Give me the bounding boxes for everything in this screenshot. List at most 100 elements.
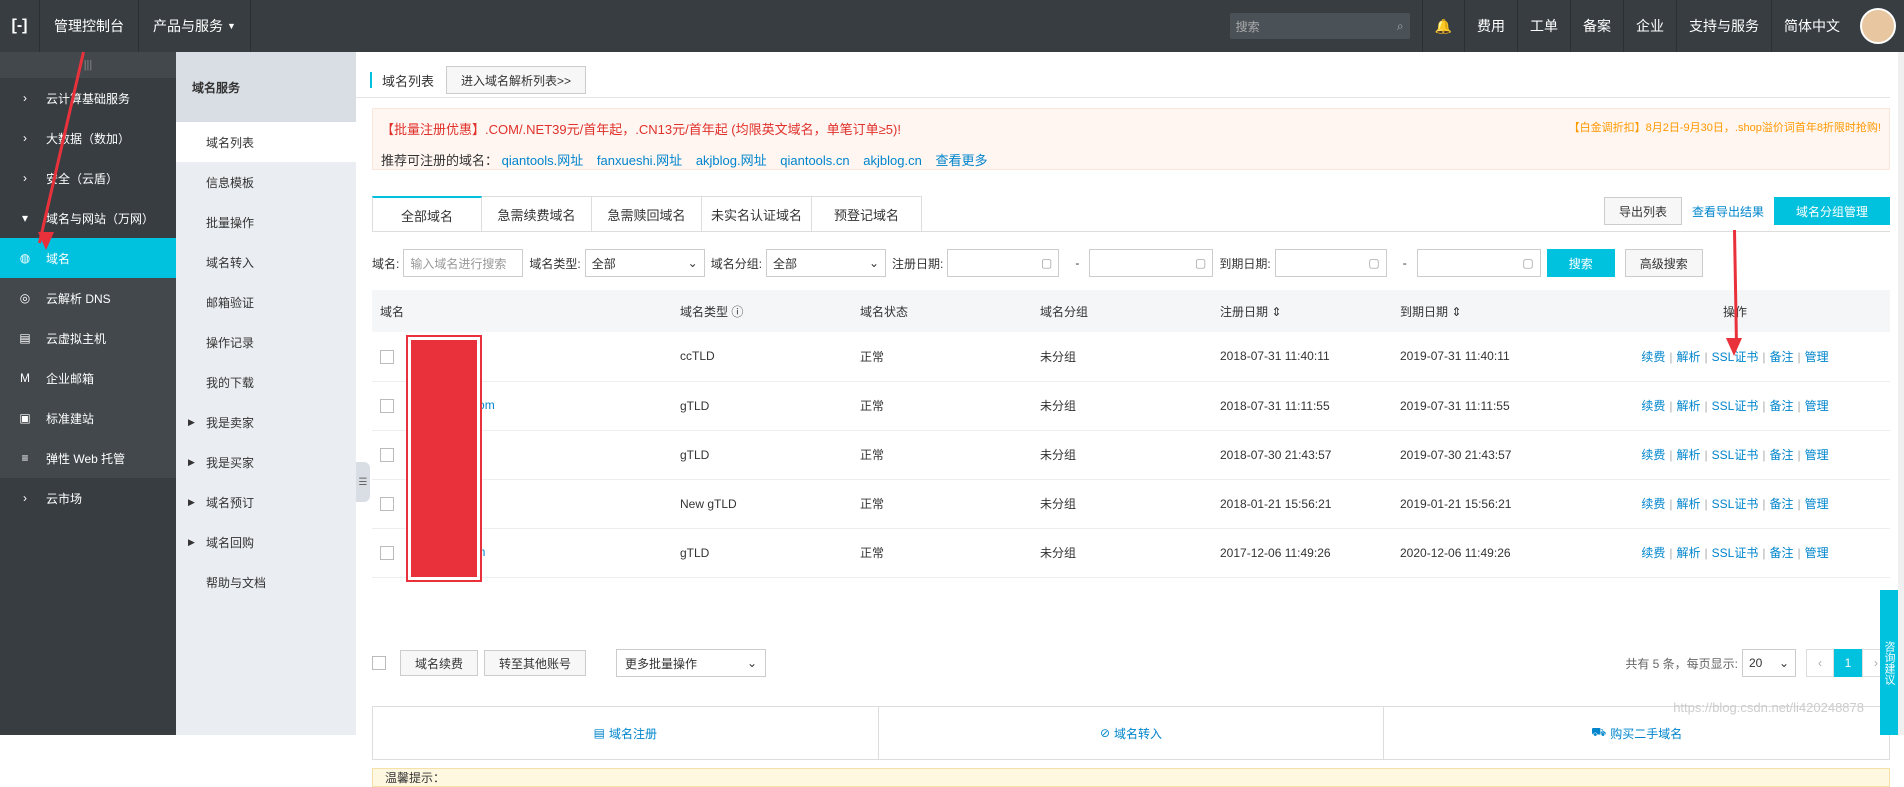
row-checkbox[interactable] <box>380 496 394 511</box>
sidebar-item-site[interactable]: ▣ 标准建站 <box>0 398 176 438</box>
nav-item-downloads[interactable]: 我的下载 <box>176 362 356 402</box>
op-link[interactable]: SSL证书 <box>1712 448 1759 462</box>
topbar-link-language[interactable]: 简体中文 <box>1771 0 1852 52</box>
op-link[interactable]: 备注 <box>1769 350 1793 364</box>
search-input[interactable]: 搜索 ⌕ <box>1229 13 1410 39</box>
op-link[interactable]: SSL证书 <box>1712 399 1759 413</box>
op-link[interactable]: 解析 <box>1677 546 1701 560</box>
op-link[interactable]: 解析 <box>1677 497 1701 511</box>
op-link[interactable]: 备注 <box>1769 497 1793 511</box>
type-select[interactable]: 全部 ⌄ <box>584 249 705 277</box>
op-link[interactable]: 管理 <box>1805 497 1829 511</box>
tab-unverified[interactable]: 未实名认证域名 <box>702 196 812 232</box>
op-link[interactable]: 备注 <box>1769 546 1793 560</box>
op-link[interactable]: 管理 <box>1805 448 1829 462</box>
row-checkbox[interactable] <box>380 349 394 364</box>
nav-item-help[interactable]: 帮助与文档 <box>176 562 356 602</box>
view-export-result-link[interactable]: 查看导出结果 <box>1692 203 1764 220</box>
advanced-search-button[interactable]: 高级搜索 <box>1624 249 1703 277</box>
group-manage-button[interactable]: 域名分组管理 <box>1773 197 1890 225</box>
batch-renew-button[interactable]: 域名续费 <box>400 650 479 676</box>
group-select[interactable]: 全部 ⌄ <box>766 249 887 277</box>
op-link[interactable]: 续费 <box>1641 497 1665 511</box>
exp-date-end-input[interactable]: ▢ <box>1416 249 1541 277</box>
nav-item-transfer-in[interactable]: 域名转入 <box>176 242 356 282</box>
sort-icon[interactable]: ⇕ <box>1451 305 1461 319</box>
sidebar-item-hosting[interactable]: ≡ 弹性 Web 托管 <box>0 438 176 478</box>
nav-item-email-verify[interactable]: 邮箱验证 <box>176 282 356 322</box>
nav-item-buyback[interactable]: ▶ 域名回购 <box>176 522 356 562</box>
calendar-icon[interactable]: ▢ <box>1522 256 1533 270</box>
sidebar-item-bigdata[interactable]: › 大数据（数加） <box>0 118 176 158</box>
quick-transfer[interactable]: ⊘ 域名转入 <box>879 707 1385 759</box>
op-link[interactable]: 续费 <box>1641 399 1665 413</box>
sidebar-item-mail[interactable]: M 企业邮箱 <box>0 358 176 398</box>
float-service-button[interactable]: 咨询建议 <box>1880 590 1898 735</box>
quick-register[interactable]: ▤ 域名注册 <box>373 707 879 759</box>
recommend-link[interactable]: akjblog.网址 <box>696 153 767 168</box>
recommend-link[interactable]: qiantools.网址 <box>502 153 584 168</box>
view-more-link[interactable]: 查看更多 <box>935 153 987 168</box>
op-link[interactable]: 解析 <box>1677 350 1701 364</box>
op-link[interactable]: 备注 <box>1769 399 1793 413</box>
op-link[interactable]: 管理 <box>1805 350 1829 364</box>
nav-item-batch[interactable]: 批量操作 <box>176 202 356 242</box>
goto-dns-list-button[interactable]: 进入域名解析列表>> <box>446 66 587 94</box>
op-link[interactable]: 续费 <box>1641 448 1665 462</box>
tab-renew-urgent[interactable]: 急需续费域名 <box>482 196 592 232</box>
tab-preregistered[interactable]: 预登记域名 <box>812 196 922 232</box>
nav-item-info-template[interactable]: 信息模板 <box>176 162 356 202</box>
recommend-link[interactable]: qiantools.cn <box>780 153 849 168</box>
page-size-select[interactable]: 20 ⌄ <box>1742 649 1796 677</box>
topbar-link-support[interactable]: 支持与服务 <box>1676 0 1771 52</box>
recommend-link[interactable]: akjblog.cn <box>863 153 922 168</box>
sidebar-item-market[interactable]: › 云市场 <box>0 478 176 518</box>
sidebar-item-cloud-basic[interactable]: › 云计算基础服务 <box>0 78 176 118</box>
exp-date-start-input[interactable]: ▢ <box>1274 249 1387 277</box>
op-link[interactable]: 备注 <box>1769 448 1793 462</box>
aliyun-logo-icon[interactable]: [-] <box>0 0 40 52</box>
nav-item-logs[interactable]: 操作记录 <box>176 322 356 362</box>
nav-item-reserve[interactable]: ▶ 域名预订 <box>176 482 356 522</box>
row-checkbox[interactable] <box>380 545 394 560</box>
sidebar-item-vhost[interactable]: ▤ 云虚拟主机 <box>0 318 176 358</box>
reg-date-start-input[interactable]: ▢ <box>947 249 1060 277</box>
help-icon[interactable]: ⓘ <box>731 305 743 319</box>
col-reg-date[interactable]: 注册日期 ⇕ <box>1212 290 1392 332</box>
sidebar-item-dns[interactable]: ◎ 云解析 DNS <box>0 278 176 318</box>
export-list-button[interactable]: 导出列表 <box>1603 197 1682 225</box>
sidebar-collapse-handle[interactable]: ||| <box>0 52 176 78</box>
op-link[interactable]: 解析 <box>1677 399 1701 413</box>
bell-icon[interactable]: 🔔 <box>1421 0 1464 52</box>
nav-item-seller[interactable]: ▶ 我是卖家 <box>176 402 356 442</box>
more-batch-select[interactable]: 更多批量操作 ⌄ <box>616 649 767 677</box>
topbar-link-icp[interactable]: 备案 <box>1570 0 1623 52</box>
prev-page-button[interactable]: ‹ <box>1806 649 1834 677</box>
sidebar-item-domain[interactable]: ◍ 域名 <box>0 238 176 278</box>
sort-icon[interactable]: ⇕ <box>1271 305 1281 319</box>
select-all-checkbox[interactable] <box>372 656 386 670</box>
op-link[interactable]: SSL证书 <box>1712 497 1759 511</box>
col-exp-date[interactable]: 到期日期 ⇕ <box>1392 290 1572 332</box>
row-checkbox[interactable] <box>380 398 394 413</box>
calendar-icon[interactable]: ▢ <box>1041 256 1052 270</box>
reg-date-end-input[interactable]: ▢ <box>1089 249 1214 277</box>
op-link[interactable]: SSL证书 <box>1712 546 1759 560</box>
search-icon[interactable]: ⌕ <box>1397 19 1404 34</box>
op-link[interactable]: 续费 <box>1641 350 1665 364</box>
page-scrollbar[interactable] <box>1898 52 1904 735</box>
row-checkbox[interactable] <box>380 447 394 462</box>
op-link[interactable]: 解析 <box>1677 448 1701 462</box>
search-button[interactable]: 搜索 <box>1546 249 1615 277</box>
op-link[interactable]: 管理 <box>1805 546 1829 560</box>
sidebar-item-security[interactable]: › 安全（云盾） <box>0 158 176 198</box>
promo-right-text[interactable]: 【白金调折扣】8月2日-9月30日，.shop溢价词首年8折限时抢购! <box>1569 119 1881 138</box>
topbar-link-billing[interactable]: 费用 <box>1464 0 1517 52</box>
products-menu[interactable]: 产品与服务 ▼ <box>139 0 251 52</box>
domain-search-input[interactable]: 输入域名进行搜索 <box>403 249 524 277</box>
nav-item-domain-list[interactable]: 域名列表 <box>176 122 356 162</box>
console-link[interactable]: 管理控制台 <box>40 0 139 52</box>
avatar[interactable] <box>1860 8 1896 44</box>
calendar-icon[interactable]: ▢ <box>1195 256 1206 270</box>
page-1-button[interactable]: 1 <box>1834 649 1862 677</box>
